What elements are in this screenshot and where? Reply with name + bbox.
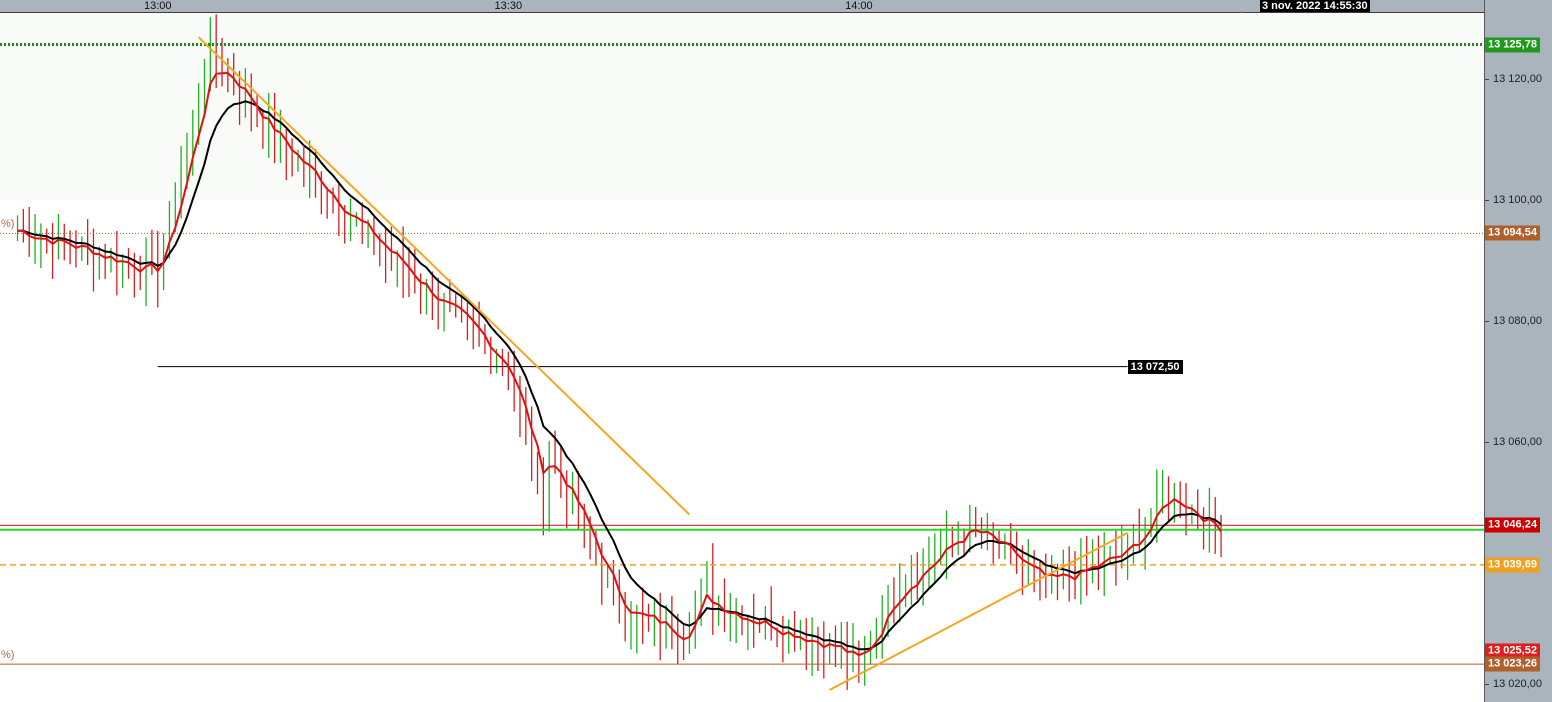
percent-label: %) <box>1 218 15 231</box>
price-tag: 13 046,24 <box>1485 517 1540 533</box>
price-tag: 13 094,54 <box>1485 225 1540 241</box>
price-tick-label: 13 080,00 <box>1485 315 1542 328</box>
level-value-tag: 13 072,50 <box>1127 359 1183 374</box>
price-tick-label: 13 060,00 <box>1485 436 1542 449</box>
time-label: 14:00 <box>845 0 873 12</box>
price-axis[interactable]: 13 120,00 13 100,00 13 080,00 13 060,00 13 0… <box>1484 0 1552 702</box>
price-tag: 13 039,69 <box>1485 557 1540 573</box>
price-chart[interactable] <box>0 13 1484 702</box>
trendline <box>829 531 1129 691</box>
percent-label: %) <box>1 649 15 662</box>
crosshair-date-label: 3 nov. 2022 14:55:30 <box>1260 0 1370 12</box>
price-tick-label: 13 100,00 <box>1485 194 1542 207</box>
price-tick-label: 13 020,00 <box>1485 677 1542 690</box>
time-label: 13:30 <box>494 0 523 12</box>
price-tick-label: 13 120,00 <box>1485 73 1542 86</box>
price-tag: 13 125,78 <box>1485 37 1540 53</box>
price-tag: 13 023,26 <box>1485 656 1540 672</box>
time-label: 13:00 <box>143 0 172 12</box>
